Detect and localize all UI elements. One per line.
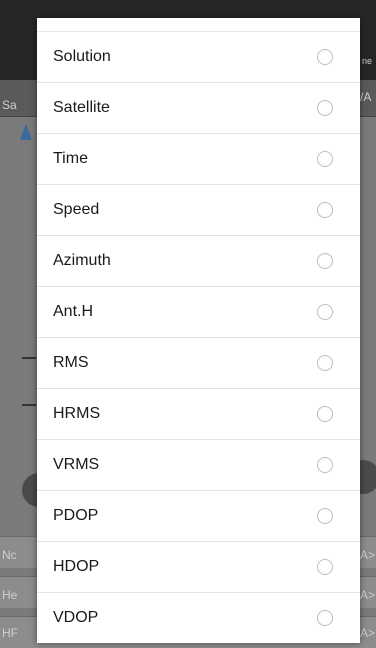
radio-button-icon[interactable]	[317, 304, 333, 320]
option-pdop[interactable]: PDOP	[37, 491, 360, 542]
option-speed[interactable]: Speed	[37, 185, 360, 236]
background-row-label: HF	[2, 626, 18, 640]
option-hdop[interactable]: HDOP	[37, 542, 360, 593]
option-vdop[interactable]: VDOP	[37, 593, 360, 643]
radio-button-icon[interactable]	[317, 355, 333, 371]
background-tab-left: Sa	[2, 98, 17, 112]
option-time[interactable]: Time	[37, 134, 360, 185]
background-icon-label: ne	[362, 56, 373, 66]
radio-button-icon[interactable]	[317, 253, 333, 269]
option-list: Solution Satellite Time Speed Azimuth An…	[37, 32, 360, 643]
radio-button-icon[interactable]	[317, 610, 333, 626]
option-label: Solution	[53, 48, 111, 65]
option-label: Azimuth	[53, 252, 111, 269]
option-label: Satellite	[53, 99, 110, 116]
background-row-value: A>	[360, 626, 376, 640]
option-azimuth[interactable]: Azimuth	[37, 236, 360, 287]
background-row-label: He	[2, 588, 18, 602]
background-dash	[22, 357, 36, 359]
radio-button-icon[interactable]	[317, 406, 333, 422]
option-hrms[interactable]: HRMS	[37, 389, 360, 440]
option-label: HDOP	[53, 558, 100, 575]
dialog-top-divider	[37, 18, 360, 32]
option-label: VDOP	[53, 609, 99, 626]
radio-button-icon[interactable]	[317, 151, 333, 167]
background-dash	[22, 404, 36, 406]
option-satellite[interactable]: Satellite	[37, 83, 360, 134]
option-vrms[interactable]: VRMS	[37, 440, 360, 491]
background-tab-right: /A	[360, 90, 372, 104]
radio-button-icon[interactable]	[317, 100, 333, 116]
option-label: RMS	[53, 354, 89, 371]
radio-button-icon[interactable]	[317, 457, 333, 473]
option-rms[interactable]: RMS	[37, 338, 360, 389]
background-row-label: Nc	[2, 548, 17, 562]
radio-button-icon[interactable]	[317, 508, 333, 524]
option-solution[interactable]: Solution	[37, 32, 360, 83]
selection-dialog: Solution Satellite Time Speed Azimuth An…	[37, 18, 360, 643]
option-label: HRMS	[53, 405, 101, 422]
option-ant-h[interactable]: Ant.H	[37, 287, 360, 338]
navigation-arrow-icon	[20, 124, 32, 140]
option-label: PDOP	[53, 507, 99, 524]
option-label: Time	[53, 150, 88, 167]
option-label: Speed	[53, 201, 100, 218]
background-row-value: A>	[360, 588, 376, 602]
radio-button-icon[interactable]	[317, 559, 333, 575]
option-label: Ant.H	[53, 303, 94, 320]
option-label: VRMS	[53, 456, 100, 473]
radio-button-icon[interactable]	[317, 49, 333, 65]
background-row-value: A>	[360, 548, 376, 562]
radio-button-icon[interactable]	[317, 202, 333, 218]
